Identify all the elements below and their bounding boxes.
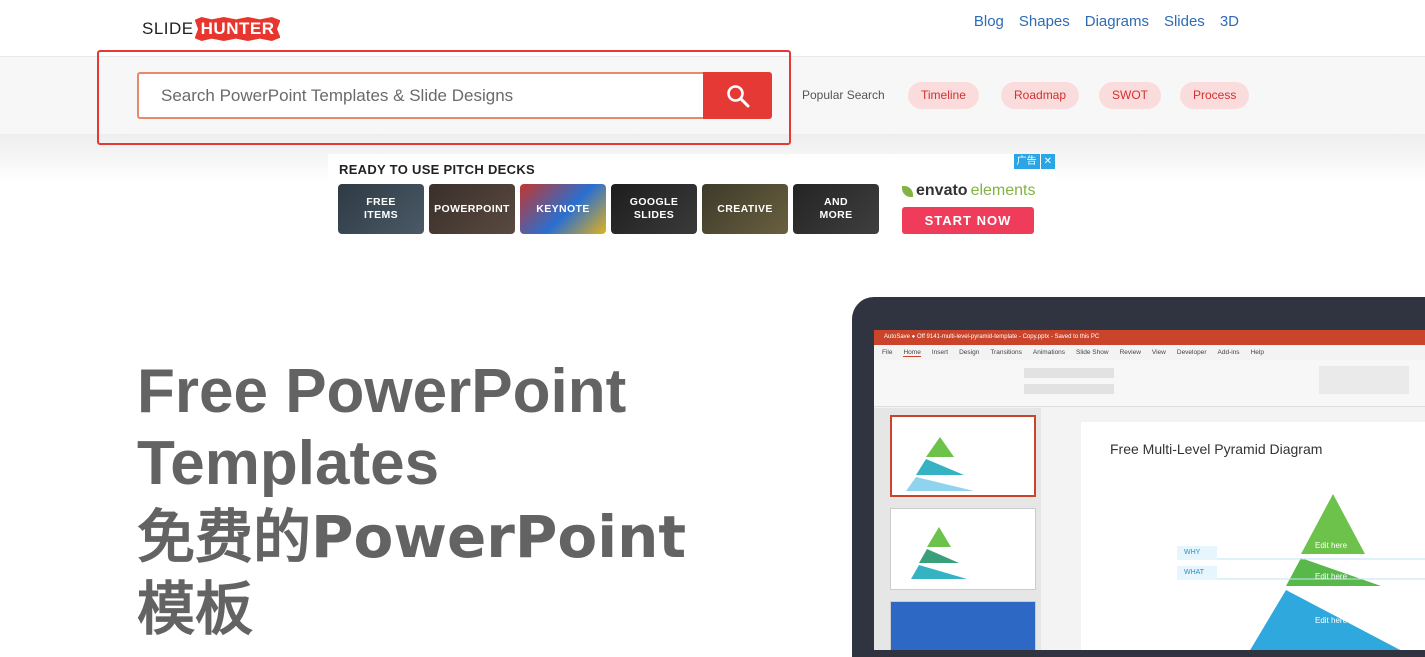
- ad-tile-and-more[interactable]: AND MORE: [793, 184, 879, 234]
- pp-pyramid-label: Edit here: [1315, 616, 1348, 625]
- ad-tile-label: KEYNOTE: [536, 202, 590, 215]
- ad-tile-label: GOOGLE: [629, 196, 679, 208]
- pp-tab: Add-ins: [1217, 349, 1240, 356]
- pp-slide-thumbnails: [874, 408, 1041, 650]
- pp-tab: View: [1151, 349, 1166, 356]
- envato-brand-light: elements: [970, 182, 1036, 199]
- pp-tab: Review: [1119, 349, 1141, 356]
- ad-close-icon[interactable]: ✕: [1040, 154, 1055, 169]
- pp-tab: Help: [1250, 349, 1264, 356]
- popular-tag-swot[interactable]: SWOT: [1099, 82, 1161, 109]
- pp-pyramid-label: Edit here: [1315, 541, 1348, 550]
- pp-tab: Developer: [1176, 349, 1207, 356]
- hero-heading: Free PowerPoint Templates 免费的PowerPoint …: [137, 356, 686, 644]
- popular-tag-timeline[interactable]: Timeline: [908, 82, 979, 109]
- ad-tile-label: POWERPOINT: [434, 202, 510, 215]
- popular-tag-roadmap[interactable]: Roadmap: [1001, 82, 1080, 109]
- ad-tile-label: AND: [824, 196, 848, 208]
- main-nav: Blog Shapes Diagrams Slides 3D: [974, 13, 1239, 30]
- pp-tab: Home: [903, 348, 921, 357]
- ad-tile-label: CREATIVE: [717, 202, 773, 215]
- pp-tab: Design: [959, 349, 980, 356]
- ad-tile-label: FREE: [366, 196, 396, 208]
- ad-badge: 广告 ✕: [1013, 154, 1055, 169]
- ad-tile-powerpoint[interactable]: POWERPOINT: [429, 184, 515, 234]
- start-now-button[interactable]: START NOW: [902, 207, 1034, 234]
- envato-leaf-icon: [902, 185, 913, 197]
- envato-elements-logo: envato elements: [902, 182, 1036, 200]
- pp-tab: Insert: [931, 349, 949, 356]
- ad-tile-label: SLIDES: [633, 209, 675, 221]
- pp-thumbnail-2: [890, 508, 1036, 590]
- pp-thumbnail-3: [890, 601, 1036, 650]
- pp-label-what: WHAT: [1184, 569, 1205, 576]
- ad-tile-label: MORE: [819, 209, 853, 221]
- ad-tile-keynote[interactable]: KEYNOTE: [520, 184, 606, 234]
- ad-tile-free-items[interactable]: FREE ITEMS: [338, 184, 424, 234]
- top-navbar: SLIDE HUNTER Blog Shapes Diagrams Slides…: [0, 0, 1425, 57]
- pp-ribbon: [874, 360, 1425, 407]
- hero-title-line1: Free PowerPoint: [137, 357, 627, 426]
- nav-link-shapes[interactable]: Shapes: [1019, 13, 1070, 30]
- popular-search-label: Popular Search: [802, 88, 885, 102]
- envato-brand-bold: envato: [916, 182, 968, 199]
- nav-link-blog[interactable]: Blog: [974, 13, 1004, 30]
- pp-tab: Slide Show: [1076, 349, 1109, 356]
- powerpoint-preview: AutoSave ● Off 9141-multi-level-pyramid-…: [874, 330, 1425, 650]
- pp-title-bar: AutoSave ● Off 9141-multi-level-pyramid-…: [874, 330, 1425, 345]
- nav-link-3d[interactable]: 3D: [1220, 13, 1239, 30]
- hero-title-line2: Templates: [137, 429, 440, 498]
- pp-title-text: AutoSave ● Off 9141-multi-level-pyramid-…: [884, 334, 1100, 340]
- hero-title-line3: 免费的PowerPoint: [137, 503, 687, 571]
- hero-title-line4: 模板: [137, 575, 254, 643]
- ad-label: 广告: [1013, 154, 1040, 169]
- pp-ribbon-tabs: File Home Insert Design Transitions Anim…: [874, 345, 1425, 360]
- site-logo[interactable]: SLIDE HUNTER: [142, 14, 281, 44]
- pp-pyramid-label: Edit here: [1315, 572, 1348, 581]
- ad-tile-creative[interactable]: CREATIVE: [702, 184, 788, 234]
- pp-slide-title: Free Multi-Level Pyramid Diagram: [1110, 441, 1323, 457]
- ad-tile-google-slides[interactable]: GOOGLE SLIDES: [611, 184, 697, 234]
- pp-main-slide: Free Multi-Level Pyramid Diagram WHY WHA…: [1081, 422, 1425, 650]
- pp-tab: File: [882, 349, 893, 356]
- popular-tag-process[interactable]: Process: [1180, 82, 1250, 109]
- nav-link-slides[interactable]: Slides: [1164, 13, 1205, 30]
- pp-label-why: WHY: [1184, 549, 1201, 556]
- search-highlight-box: [97, 50, 791, 145]
- logo-text-hunter: HUNTER: [194, 17, 281, 41]
- logo-text-slide: SLIDE: [142, 19, 194, 38]
- ad-banner[interactable]: READY TO USE PITCH DECKS 广告 ✕ FREE ITEMS …: [328, 154, 1055, 242]
- pp-tab: Transitions: [990, 349, 1022, 356]
- pp-tab: Animations: [1032, 349, 1066, 356]
- ad-tile-label: ITEMS: [363, 209, 399, 221]
- pp-thumbnail-1: [890, 415, 1036, 497]
- nav-link-diagrams[interactable]: Diagrams: [1085, 13, 1149, 30]
- ad-title: READY TO USE PITCH DECKS: [339, 162, 535, 177]
